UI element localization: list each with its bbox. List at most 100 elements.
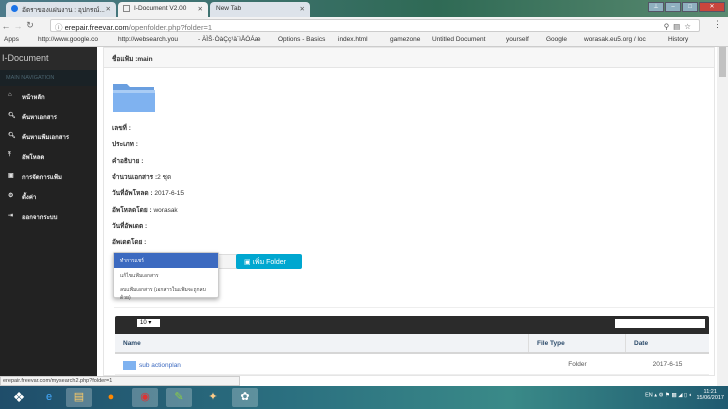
sidebar-item[interactable]: ⚙ ตั้งค่า [0,186,97,206]
table-toolbar: 10 ▾ [115,316,709,334]
tab-1[interactable]: อัตราของแผ่นงาน : อุปกรณ์... ✕ [6,2,116,17]
close-tab-icon[interactable]: ✕ [106,5,111,13]
folder-panel: ชื่อแฟ้ม :main เลขที่ : ประเภท : คำอธิบาย … [103,47,715,376]
folder-icon [113,84,155,112]
table-search-input[interactable] [615,319,705,328]
bookmarks-bar: Apps http://www.google.co http://websear… [0,34,728,47]
notepad-icon[interactable]: ✎ [166,388,192,407]
sidebar-item-label: ค้นหาเอกสาร [22,115,57,121]
col-file-type[interactable]: File Type [529,334,626,352]
file-type: Folder [568,361,587,368]
bookmark[interactable]: gamezone [390,36,420,43]
files-table: 10 ▾ Name File Type Date sub actionplan F… [115,316,709,376]
options-dropdown-menu: ทำการแชร์ แก้ไขแฟ้มเอกสาร ลบแฟ้มเอกสาร (… [113,252,219,301]
start-button[interactable]: ❖ [6,388,32,407]
folder-field: วันที่อัพเดต : [112,222,148,230]
bookmark[interactable]: History [668,36,688,43]
folder-field: คำอธิบาย : [112,157,144,165]
chrome-icon[interactable]: ◉ [132,388,158,407]
address-bar-row: ← → ↻ ⓘ erepair.freevar.com/openfolder.p… [0,17,728,34]
col-date[interactable]: Date [626,334,709,352]
bookmark[interactable]: Untitled Document [432,36,485,43]
search-icon: 🔍︎ [8,133,16,139]
ie-icon[interactable]: e [36,388,62,407]
system-tray: EN ▴ ⚙ ⚑ ▦ ◢ ▯ ◖ 11:21 15/06/2017 [645,389,724,401]
explorer-icon[interactable]: ▤ [66,388,92,407]
forward-icon[interactable]: → [12,21,24,31]
folder-field: ประเภท : [112,141,138,149]
menu-icon[interactable]: ⋮ [713,19,722,30]
info-icon: ⓘ [55,23,65,32]
url-input[interactable]: ⓘ erepair.freevar.com/openfolder.php?fol… [50,19,700,32]
close-tab-icon[interactable]: ✕ [300,5,305,13]
sidebar-item[interactable]: ⇥ ออกจากระบบ [0,206,97,226]
folder-field: เลขที่ : [112,125,131,132]
page-scrollbar[interactable] [717,47,728,386]
tab-strip: อัตราของแผ่นงาน : อุปกรณ์... ✕ I-Document… [0,0,728,17]
sidebar-item[interactable]: ⌂ หน้าหลัก [0,86,97,106]
zoom-translate-star-icons[interactable]: ⚲▤☆ [664,22,695,31]
folder-field: จำนวนเอกสาร :2 ชุด [112,173,172,181]
tab-3[interactable]: New Tab ✕ [210,2,310,17]
file-type: Folder [529,375,626,376]
clock-date[interactable]: 15/06/2017 [696,395,724,401]
close-window-button[interactable]: ✕ [699,2,725,12]
page-icon [123,5,130,12]
bookmark[interactable]: - ÀÌŠ·ÒàÇç¹ä´ìÅÓÁæ [198,36,260,43]
bookmark[interactable]: worasak.eu5.org / loc [584,36,646,43]
gears-icon: ⚙ [8,193,14,199]
col-name[interactable]: Name [115,334,529,352]
firefox-icon[interactable]: ● [98,388,124,407]
file-name-link[interactable]: sub actionplan [139,362,181,369]
user-icon[interactable]: ⊥ [648,2,664,12]
sidebar-item-label: อัพโหลด [22,155,45,161]
sidebar: I-Document MAIN NAVIGATION ⌂ หน้าหลัก 🔍︎ ค้… [0,47,97,376]
briefcase-icon: ▣ [244,259,253,266]
sidebar-item-label: การจัดการแฟ้ม [22,175,62,181]
paint-icon[interactable]: ✿ [232,388,258,407]
page-size-select[interactable]: 10 ▾ [137,319,160,327]
bookmark[interactable]: http://www.google.co [38,36,98,43]
menu-item-delete-folder[interactable]: ลบแฟ้มเอกสาร (เอกสารในแฟ้มจะถูกลบด้วย) [114,282,218,301]
table-header: Name File Type Date [115,334,709,354]
app-icon[interactable]: ✦ [200,388,226,407]
nav-section-label: MAIN NAVIGATION [0,70,97,86]
folder-title: ชื่อแฟ้ม :main [104,48,714,68]
menu-item-share[interactable]: ทำการแชร์ [114,253,218,268]
window-controls: ⊥ – □ ✕ [648,2,725,12]
scrollbar-thumb[interactable] [719,47,726,77]
bookmark[interactable]: Google [546,36,567,43]
info-icon [11,5,18,12]
folder-field: อัพเดตโดย : [112,239,147,247]
briefcase-icon: ▣ [8,173,14,179]
folder-field: อัพโหลดโดย : worasak [112,206,178,214]
sidebar-item[interactable]: 🔍︎ ค้นหาเอกสาร [0,106,97,126]
file-date: 2017-6-15 [626,375,709,376]
menu-item-edit-folder[interactable]: แก้ไขแฟ้มเอกสาร [114,268,218,282]
sidebar-item[interactable]: ▣ การจัดการแฟ้ม [0,166,97,186]
bookmark[interactable]: Options - Basics [278,36,325,43]
sidebar-item-label: ออกจากระบบ [22,215,58,221]
sidebar-item-label: ค้นหาแฟ้มเอกสาร [22,135,70,141]
sidebar-item[interactable]: ⤒ อัพโหลด [0,146,97,166]
sign-out-icon: ⇥ [8,213,14,219]
sidebar-item[interactable]: 🔍︎ ค้นหาแฟ้มเอกสาร [0,126,97,146]
minimize-button[interactable]: – [665,2,681,12]
status-bar-url: erepair.freevar.com/mysearch2.php?folder… [0,376,240,386]
maximize-button[interactable]: □ [682,2,698,12]
file-date: 2017-6-15 [652,361,683,368]
table-row[interactable]: sub actionplan Folder 2017-6-15 [115,354,709,375]
add-folder-button[interactable]: ▣ เพิ่ม Folder [236,254,302,269]
tab-2[interactable]: I-Document V2.00 ✕ [118,2,208,17]
search-icon: 🔍︎ [8,113,16,119]
bookmark-apps[interactable]: Apps [4,36,19,43]
back-icon[interactable]: ← [0,21,12,31]
divider [114,307,714,308]
bookmark[interactable]: index.html [338,36,368,43]
bookmark[interactable]: yourself [506,36,529,43]
brand-logo[interactable]: I-Document [0,47,97,70]
home-icon: ⌂ [8,92,12,98]
bookmark[interactable]: http://websearch.you [118,36,178,43]
close-tab-icon[interactable]: ✕ [198,5,203,13]
reload-icon[interactable]: ↻ [24,20,36,31]
